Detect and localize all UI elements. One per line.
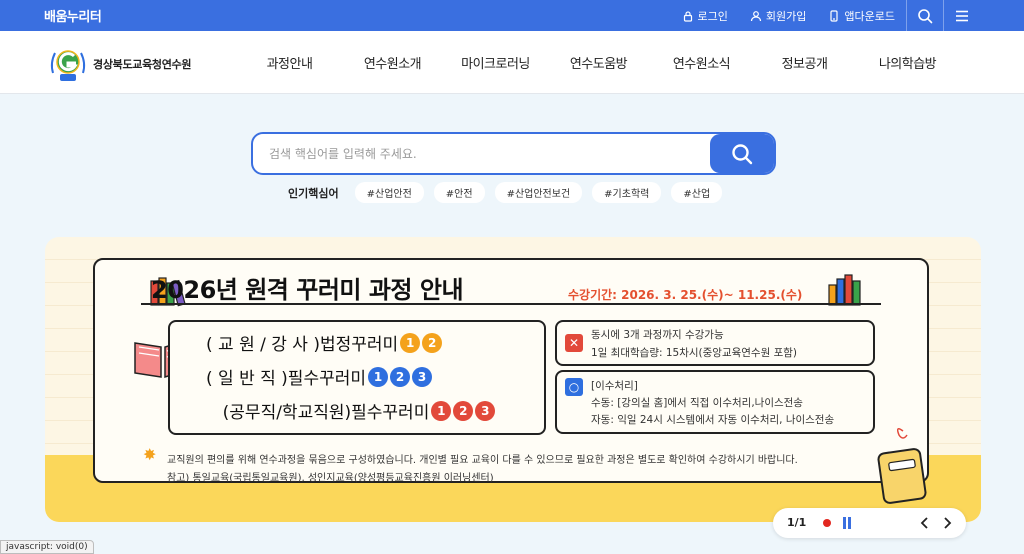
notebook-icon [877,428,927,504]
banner-period: 수강기간: 2026. 3. 25.(수)~ 11.25.(수) [568,288,803,302]
keyword-chip[interactable]: #안전 [433,182,485,203]
nav-help[interactable]: 연수도움방 [547,31,650,94]
browser-status-bar: javascript: void(0) [0,540,94,554]
app-download-link[interactable]: 앱다운로드 [828,8,895,24]
course-number: 1 [368,366,388,387]
keywords-label: 인기핵심어 [288,186,339,200]
course-number: 3 [475,400,496,421]
signup-label: 회원가입 [765,9,807,23]
course-text: ( 일 반 직 )필수꾸러미 [206,369,366,389]
info-title: [이수처리] [591,380,638,392]
info-line: 수동: [강의실 홈]에서 직접 이수처리,나이스전송 [591,397,803,409]
main-nav: 과정안내 연수원소개 마이크로러닝 연수도움방 연수원소식 정보공개 나의학습방 [238,31,959,94]
course-list-box: ( 교 원 / 강 사 )법정꾸러미 1 2 ( 일 반 직 )필수꾸러미 1 … [168,320,546,435]
top-utility-bar: 배움누리터 로그인 회원가입 앱다운로드 [0,0,1024,31]
search-button[interactable] [710,134,774,173]
nav-disclosure[interactable]: 정보공개 [753,31,856,94]
course-number: 2 [422,332,443,353]
top-search-button[interactable] [906,0,943,31]
sun-icon: ✸ [143,445,157,464]
info-box-limits: ✕ 동시에 3개 과정까지 수강가능 1일 최대학습량: 15차시(중앙교육연수… [555,320,875,366]
chevron-right-icon[interactable] [939,515,955,531]
emblem-icon [50,50,86,81]
banner-note: 교직원의 편의를 위해 연수과정을 묶음으로 구성하였습니다. 개인별 필요 교… [167,455,798,466]
books-icon [828,274,861,306]
banner-title: 2026년 원격 꾸러미 과정 안내 [151,276,464,304]
course-line-general[interactable]: ( 일 반 직 )필수꾸러미 1 2 3 [206,364,432,389]
slide-count: 1/1 [787,516,807,529]
signup-link[interactable]: 회원가입 [750,8,806,24]
course-text: (공무직/학교직원)필수꾸러미 [222,403,430,423]
nav-micro-learning[interactable]: 마이크로러닝 [444,31,547,94]
course-number: 2 [453,400,474,421]
close-icon: ✕ [565,334,583,352]
search-icon [732,143,753,164]
keyword-chip[interactable]: #산업 [671,182,723,203]
nav-my-learning[interactable]: 나의학습방 [856,31,959,94]
org-name: 경상북도교육청연수원 [93,58,192,71]
app-download-label: 앱다운로드 [844,9,895,23]
course-line-teacher[interactable]: ( 교 원 / 강 사 )법정꾸러미 1 2 [206,330,443,355]
brand-logo[interactable]: 경상북도교육청연수원 [47,43,192,85]
course-line-staff[interactable]: (공무직/학교직원)필수꾸러미 1 2 3 [170,398,548,423]
popular-keywords: 인기핵심어 #산업안전 #안전 #산업안전보건 #기초학력 #산업 [288,182,723,203]
course-number: 3 [412,366,432,387]
login-label: 로그인 [697,9,728,23]
course-text: ( 교 원 / 강 사 )법정꾸러미 [206,335,399,355]
hamburger-icon [956,10,968,21]
main-header: 경상북도교육청연수원 과정안내 연수원소개 마이크로러닝 연수도움방 연수원소식… [0,31,1024,94]
search-box [251,132,776,175]
info-line: 1일 최대학습량: 15차시(중앙교육연수원 포함) [591,347,798,359]
course-number: 1 [431,400,452,421]
info-box-completion: ○ [이수처리] 수동: [강의실 홈]에서 직접 이수처리,나이스전송 자동:… [555,370,875,434]
slide-indicator-dot[interactable] [823,519,831,527]
pause-button[interactable] [843,517,851,529]
user-icon [750,10,762,21]
keyword-chip[interactable]: #산업안전 [354,182,424,203]
chevron-left-icon[interactable] [917,515,933,531]
keyword-chip[interactable]: #기초학력 [592,182,662,203]
banner-pager: 1/1 [773,508,966,538]
title-underline [141,303,881,305]
login-link[interactable]: 로그인 [682,8,728,24]
course-number: 1 [400,332,421,353]
nav-news[interactable]: 연수원소식 [650,31,753,94]
keyword-chip[interactable]: #산업안전보건 [494,182,583,203]
nav-course-guide[interactable]: 과정안내 [238,31,341,94]
lock-icon [683,10,692,22]
nav-about[interactable]: 연수원소개 [341,31,444,94]
course-number: 2 [390,366,410,387]
promo-banner[interactable]: 2026년 원격 꾸러미 과정 안내 수강기간: 2026. 3. 25.(수)… [45,237,981,522]
banner-note: 참고) 통일교육(국립통일교육원), 성인지교육(양성평등교육진흥원 이러닝센터… [167,473,494,484]
phone-icon [830,9,838,22]
search-icon [918,8,933,23]
top-links: 로그인 회원가입 앱다운로드 [682,0,895,31]
menu-button[interactable] [943,0,980,31]
circle-icon: ○ [565,378,583,396]
info-line: 동시에 3개 과정까지 수강가능 [591,329,724,341]
info-line: 자동: 익일 24시 시스템에서 자동 이수처리, 나이스전송 [591,414,835,426]
search-input[interactable] [253,134,708,173]
site-logo[interactable]: 배움누리터 [44,6,102,25]
